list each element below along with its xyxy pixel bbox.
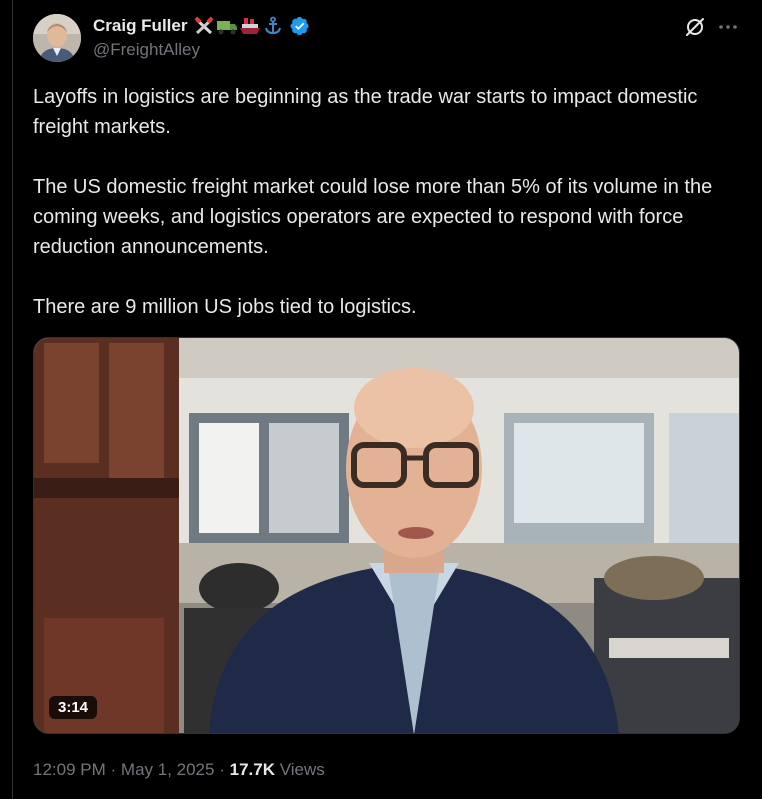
tweet-article[interactable]: Craig Fuller @FreightAlley Layoffs in lo… bbox=[12, 0, 762, 799]
more-options-button[interactable] bbox=[716, 15, 740, 39]
video-duration-badge: 3:14 bbox=[49, 696, 98, 719]
ship-emoji bbox=[240, 18, 261, 34]
grok-button[interactable] bbox=[683, 15, 707, 39]
meta-separator: · bbox=[110, 760, 117, 779]
avatar-photo bbox=[33, 14, 81, 62]
tweet-paragraph: The US domestic freight market could los… bbox=[33, 176, 713, 258]
tweet-text: Layoffs in logistics are beginning as th… bbox=[33, 82, 745, 322]
tweet-date[interactable]: May 1, 2025 bbox=[121, 760, 215, 779]
meta-separator: · bbox=[219, 760, 225, 779]
avatar[interactable] bbox=[33, 14, 81, 62]
more-options-icon bbox=[719, 25, 737, 29]
author-display-name[interactable]: Craig Fuller bbox=[93, 16, 187, 36]
video-thumbnail bbox=[34, 338, 739, 733]
author-name-row: Craig Fuller bbox=[93, 15, 310, 37]
crossed-tools-emoji bbox=[194, 16, 215, 35]
views-count[interactable]: 17.7K bbox=[230, 760, 275, 779]
grok-icon bbox=[686, 18, 704, 36]
author-handle[interactable]: @FreightAlley bbox=[93, 40, 200, 60]
views-label: Views bbox=[279, 760, 325, 779]
tweet-paragraph: There are 9 million US jobs tied to logi… bbox=[33, 296, 417, 318]
truck-emoji bbox=[217, 21, 238, 35]
video-player[interactable]: 3:14 bbox=[33, 337, 740, 734]
verified-badge-icon[interactable] bbox=[290, 16, 310, 36]
tweet-time[interactable]: 12:09 PM bbox=[33, 760, 106, 779]
name-emojis bbox=[193, 16, 284, 36]
tweet-paragraph: Layoffs in logistics are beginning as th… bbox=[33, 86, 698, 138]
tweet-meta: 12:09 PM · May 1, 2025 · 17.7K Views bbox=[33, 760, 325, 780]
anchor-emoji bbox=[265, 16, 282, 35]
